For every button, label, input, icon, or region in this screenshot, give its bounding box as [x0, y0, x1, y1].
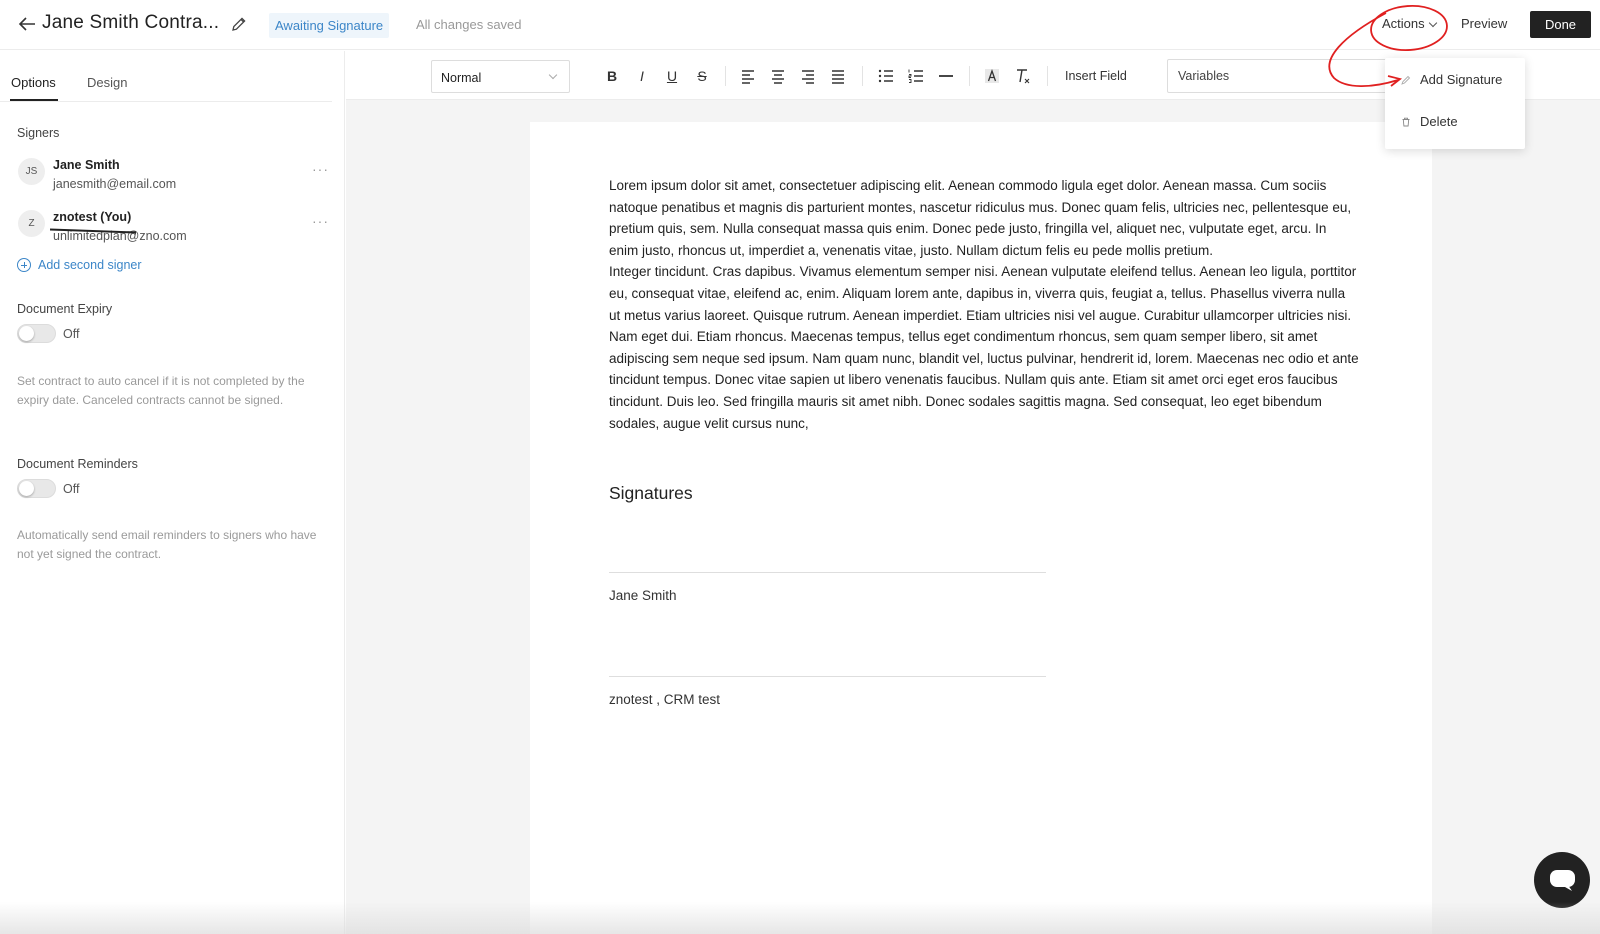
strikethrough-button[interactable]: S — [692, 66, 712, 86]
expiry-toggle[interactable] — [17, 324, 56, 343]
document-expiry-label: Document Expiry — [17, 302, 113, 316]
preview-button[interactable]: Preview — [1461, 16, 1507, 31]
reminders-toggle[interactable] — [17, 479, 56, 498]
signatures-heading: Signatures — [609, 483, 693, 503]
back-arrow-icon[interactable] — [16, 13, 38, 35]
plus-circle-icon — [17, 258, 31, 272]
clear-formatting-icon[interactable] — [1012, 66, 1032, 86]
align-center-icon[interactable] — [768, 66, 788, 86]
paragraph: Lorem ipsum dolor sit amet, consectetuer… — [609, 178, 1352, 258]
document-body[interactable]: Lorem ipsum dolor sit amet, consectetuer… — [609, 175, 1359, 434]
avatar: Z — [18, 210, 45, 237]
text-color-icon[interactable] — [982, 66, 1002, 86]
italic-button[interactable]: I — [632, 66, 652, 86]
active-tab-indicator — [10, 99, 58, 101]
done-button[interactable]: Done — [1530, 11, 1591, 38]
pen-icon — [1401, 75, 1411, 85]
top-header: Jane Smith Contra... Awaiting Signature … — [0, 0, 1600, 50]
signature-line — [609, 572, 1046, 573]
expiry-help-text: Set contract to auto cancel if it is not… — [17, 374, 305, 407]
signer-name: znotest (You) — [53, 210, 132, 224]
reminders-help-text: Automatically send email reminders to si… — [17, 528, 317, 561]
align-justify-icon[interactable] — [828, 66, 848, 86]
status-badge: Awaiting Signature — [269, 13, 390, 38]
menu-item-label: Add Signature — [1420, 72, 1503, 87]
signer-more-menu[interactable]: ··· — [312, 161, 329, 177]
horizontal-rule-icon[interactable] — [936, 66, 956, 86]
chevron-down-icon — [1428, 18, 1437, 28]
document-title: Jane Smith Contra... — [42, 12, 220, 33]
tab-design[interactable]: Design — [87, 75, 127, 90]
reminders-state: Off — [63, 482, 80, 496]
signers-label: Signers — [17, 126, 60, 140]
add-signer-label: Add second signer — [38, 258, 142, 272]
bullet-list-icon[interactable] — [876, 66, 896, 86]
menu-item-label: Delete — [1420, 114, 1458, 129]
variables-select[interactable]: Variables — [1167, 59, 1387, 93]
toggle-knob — [19, 481, 34, 496]
signature-name: znotest , CRM test — [609, 692, 721, 707]
align-left-icon[interactable] — [738, 66, 758, 86]
document-reminders-label: Document Reminders — [17, 457, 138, 471]
numbered-list-icon[interactable] — [906, 66, 926, 86]
signer-name: Jane Smith — [53, 158, 120, 172]
trash-icon — [1402, 117, 1410, 126]
menu-item-delete[interactable]: Delete — [1401, 114, 1458, 129]
chat-support-button[interactable] — [1534, 852, 1590, 908]
underline-button[interactable]: U — [662, 66, 682, 86]
toolbar-divider — [969, 66, 970, 86]
toolbar-divider — [1047, 66, 1048, 86]
chat-bubble-icon — [1550, 870, 1575, 891]
toolbar-divider — [862, 66, 863, 86]
avatar: JS — [18, 158, 45, 185]
actions-label: Actions — [1382, 16, 1425, 31]
align-right-icon[interactable] — [798, 66, 818, 86]
style-value: Normal — [441, 71, 482, 85]
actions-button[interactable]: Actions — [1382, 16, 1437, 31]
sidebar-tabs: Options Design — [0, 51, 332, 102]
toolbar-divider — [725, 66, 726, 86]
edit-pencil-icon[interactable] — [230, 15, 248, 33]
chevron-down-icon — [548, 70, 558, 80]
insert-field-button[interactable]: Insert Field — [1065, 69, 1127, 83]
signer-email: janesmith@email.com — [53, 177, 177, 191]
add-second-signer-link[interactable]: Add second signer — [17, 258, 142, 272]
tab-options[interactable]: Options — [11, 75, 56, 90]
actions-dropdown-menu: Add Signature Delete — [1385, 58, 1525, 149]
bold-button[interactable]: B — [602, 66, 622, 86]
signature-name: Jane Smith — [609, 588, 677, 603]
signature-line — [609, 676, 1046, 677]
paragraph-style-select[interactable]: Normal — [431, 60, 570, 93]
toggle-knob — [19, 326, 34, 341]
expiry-state: Off — [63, 327, 80, 341]
save-status: All changes saved — [416, 17, 522, 32]
paragraph: Integer tincidunt. Cras dapibus. Vivamus… — [609, 264, 1359, 431]
options-sidebar: Options Design Signers JS Jane Smith jan… — [0, 51, 345, 934]
signer-more-menu[interactable]: ··· — [312, 213, 329, 229]
menu-item-add-signature[interactable]: Add Signature — [1401, 72, 1502, 87]
